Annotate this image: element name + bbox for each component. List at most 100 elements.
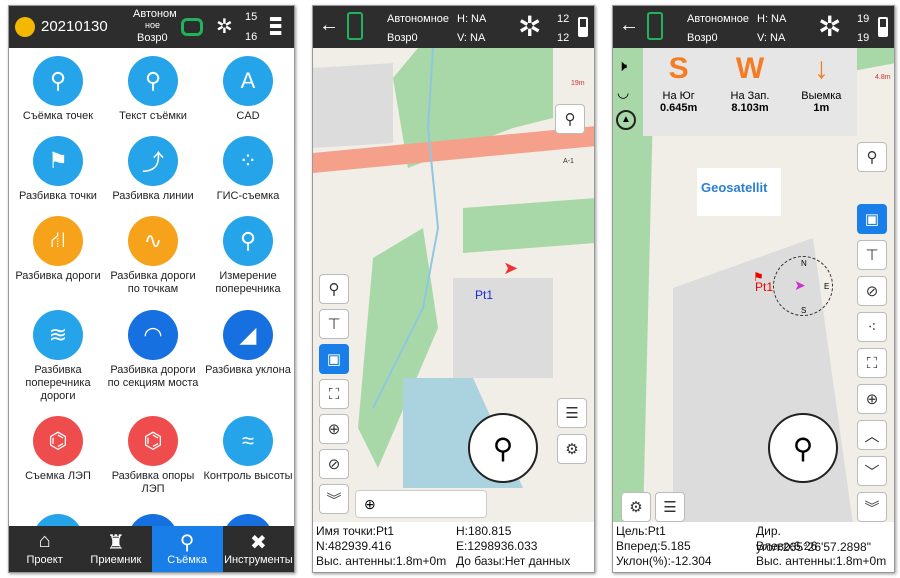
zoom-extent-button[interactable]: ⛶ <box>319 379 349 409</box>
point-list-button[interactable]: ☰ <box>655 492 685 522</box>
function-item[interactable]: ⚑ Разбивка точки <box>9 136 107 203</box>
nav-label: Проект <box>26 554 63 566</box>
compass-off-button[interactable]: ⊘ <box>857 276 887 306</box>
down-button[interactable]: ﹀ <box>857 456 887 486</box>
north-arrow-icon[interactable]: ▲ <box>616 110 636 130</box>
direction-label: На Зап. <box>730 90 770 102</box>
back-arrow-icon[interactable]: ← <box>319 14 339 37</box>
point-info: Имя точки:Pt1 H:180.815 N:482939.416 E:1… <box>313 522 594 572</box>
settings-button[interactable]: ⚙ <box>557 434 587 464</box>
map-pin-icon: ⚲ <box>564 111 576 128</box>
function-label: Разбивка уклона <box>205 364 291 376</box>
sound-icon[interactable]: 🕨 <box>617 58 627 76</box>
fix-mode-cont: ное <box>145 20 160 30</box>
function-item[interactable]: ◠ Разбивка дороги по секциям моста <box>104 310 202 390</box>
scale-label: 4.8m <box>875 74 891 81</box>
apps-grid-icon[interactable]: ▪▪▪ ▪▪▪ ▪▪▪ <box>269 12 289 42</box>
function-label: Разбивка точки <box>19 190 97 202</box>
status-bar: ← Автономное Возр0 H: NA V: NA ✲ 19 19 <box>613 6 894 48</box>
h-precision: H: NA <box>757 13 787 25</box>
rover-icon <box>647 12 663 40</box>
road-points-icon: ∿ <box>128 216 178 266</box>
nav-direction: S На Юг 0.645m <box>643 48 714 136</box>
collapse-button[interactable]: ︾ <box>857 492 887 522</box>
compass-off-button[interactable]: ⊘ <box>319 449 349 479</box>
function-label: Контроль высоты <box>203 470 293 482</box>
gps-bar[interactable]: ⊕ <box>355 490 487 518</box>
scale-label: 19m <box>571 80 585 87</box>
settings-button[interactable]: ⚙ <box>621 492 651 522</box>
back-arrow-icon[interactable]: ← <box>619 14 639 37</box>
zoom-extent-button[interactable]: ⛶ <box>857 348 887 378</box>
function-item[interactable]: ⤴ Разбивка линии <box>104 136 202 203</box>
map-view[interactable]: S На Юг 0.645m W На Зап. 8.103m ↓ Выемка 1m 4.8m… <box>613 48 894 522</box>
eye-closed-icon[interactable]: ◡ <box>617 84 629 101</box>
map-layer-button[interactable]: ⚲ <box>555 104 585 134</box>
nav-tab[interactable]: ✖ Инструменты <box>223 526 294 572</box>
locate-button[interactable]: ⊕ <box>857 384 887 414</box>
nav-label: Инструменты <box>224 554 293 566</box>
points-button[interactable]: ⁖ <box>857 312 887 342</box>
function-item[interactable]: ⚲ Измерение поперечника <box>199 216 294 296</box>
map-view-button[interactable]: ▣ <box>319 344 349 374</box>
bridge-section-icon: ◠ <box>128 310 178 360</box>
function-item[interactable]: ⚲ Текст съёмки <box>104 56 202 123</box>
fix-mode: Автоном <box>133 8 177 20</box>
point-stakeout-icon: ⚑ <box>33 136 83 186</box>
satellite-icon[interactable]: ✲ <box>216 14 233 39</box>
function-grid: ⚲ Съёмка точек ⚲ Текст съёмки A CAD ⚑ Разбивка … <box>9 48 294 564</box>
battery-icon <box>578 17 588 37</box>
northing-value: N:482939.416 <box>316 539 392 553</box>
antenna-height: Выс. антенны:1.8m+0m <box>316 554 447 568</box>
sats-bottom: 16 <box>245 31 258 43</box>
satellite-icon[interactable]: ✲ <box>518 10 541 43</box>
point-name: Имя точки:Pt1 <box>316 524 395 538</box>
direction-value: 1m <box>813 102 830 114</box>
locate-button[interactable]: ⊕ <box>319 414 349 444</box>
stake-point-button[interactable]: ⚲ <box>468 413 538 483</box>
map-view-button[interactable]: ▣ <box>857 204 887 234</box>
point-history-button[interactable]: ⚲ <box>319 274 349 304</box>
pole-button[interactable]: ⊤ <box>319 309 349 339</box>
power-line-icon: ⌬ <box>33 416 83 466</box>
function-item[interactable]: ⌬ Съемка ЛЭП <box>9 416 107 483</box>
map-view[interactable]: А-1 19m ➤ Pt1 ⚲ ⚲ ⊤ ▣ ⛶ ⊕ ⊘ ︾ ⊕ ☰ ⚙ ⚲ <box>313 48 594 522</box>
stake-point-button[interactable]: ⚲ <box>768 413 838 483</box>
up-button[interactable]: ︿ <box>857 420 887 450</box>
function-item[interactable]: ∿ Разбивка дороги по точкам <box>104 216 202 296</box>
stakeout-info: Цель:Pt1 Дир. угол:265°26'57.2898" Впере… <box>613 522 894 572</box>
function-item[interactable]: A CAD <box>199 56 294 123</box>
nav-tab[interactable]: ⌂ Проект <box>9 526 80 572</box>
nav-tab[interactable]: ♜ Приемник <box>80 526 151 572</box>
slope-value: Уклон(%):-12.304 <box>616 554 712 568</box>
line-stakeout-icon: ⤴ <box>128 136 178 186</box>
map-layer-button[interactable]: ⚲ <box>857 142 887 172</box>
direction-label: На Юг <box>662 90 695 102</box>
function-label: Измерение поперечника <box>215 270 281 295</box>
project-title[interactable]: 20210130 <box>41 18 108 35</box>
navigation-box: S На Юг 0.645m W На Зап. 8.103m ↓ Выемка 1m <box>643 48 857 136</box>
cross-section-icon: ⚲ <box>223 216 273 266</box>
base-distance: До базы:Нет данных <box>456 554 571 568</box>
receiver-icon[interactable] <box>181 18 203 36</box>
compass-e: E <box>824 282 830 291</box>
satellite-icon[interactable]: ✲ <box>818 10 841 43</box>
status-bar: 20210130 Автоном ное Возр0 ✲ 15 16 ▪▪▪ ▪▪… <box>9 6 294 48</box>
compass-rose: N E S ➤ <box>773 256 833 316</box>
target-name: Цель:Pt1 <box>616 524 666 538</box>
battery-icon <box>878 17 888 37</box>
pole-button[interactable]: ⊤ <box>857 240 887 270</box>
function-item[interactable]: ⛙ Разбивка дороги <box>9 216 107 283</box>
function-item[interactable]: ⌬ Разбивка опоры ЛЭП <box>104 416 202 496</box>
function-item[interactable]: ≋ Разбивка поперечника дороги <box>9 310 107 403</box>
function-item[interactable]: ◢ Разбивка уклона <box>199 310 294 377</box>
collapse-button[interactable]: ︾ <box>319 484 349 514</box>
function-item[interactable]: ⚲ Съёмка точек <box>9 56 107 123</box>
function-item[interactable]: ≈ Контроль высоты <box>199 416 294 483</box>
nav-tab[interactable]: ⚲ Съёмка <box>151 526 223 572</box>
map-tiles <box>313 48 594 488</box>
point-list-button[interactable]: ☰ <box>557 398 587 428</box>
direction-arrow-icon: ➤ <box>794 277 806 293</box>
function-item[interactable]: ⁘ ГИС-съемка <box>199 136 294 203</box>
sats-bottom: 12 <box>557 32 570 44</box>
